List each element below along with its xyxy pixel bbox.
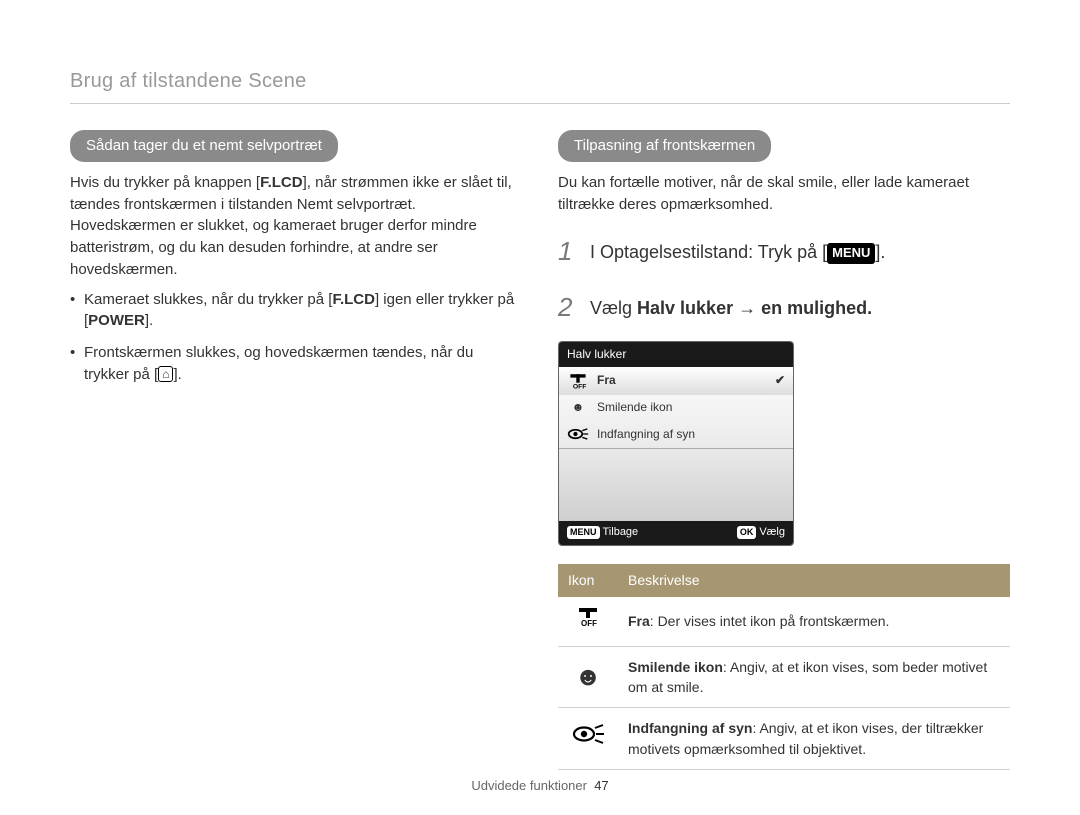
menu-chip-icon: MENU xyxy=(567,526,600,539)
text: I Optagelsestilstand: Tryk på [ xyxy=(590,242,827,262)
text: Frontskærmen slukkes, og hovedskærmen tæ… xyxy=(84,344,473,383)
left-column: Sådan tager du et nemt selvportræt Hvis … xyxy=(70,130,522,770)
arrow-icon: → en mulighed. xyxy=(733,298,872,318)
off-icon: OFF xyxy=(558,597,618,647)
power-label: POWER xyxy=(88,312,145,329)
table-row: ☻ Smilende ikon: Angiv, at et ikon vises… xyxy=(558,646,1010,708)
camera-menu-screenshot: Halv lukker OFF Fra ✔ ☻ Smilende ikon xyxy=(558,341,794,547)
camera-menu-option-eye: Indfangning af syn xyxy=(559,420,793,448)
footer-page-number: 47 xyxy=(594,778,608,793)
text: ]. xyxy=(145,312,153,329)
desc-eye: Indfangning af syn: Angiv, at et ikon vi… xyxy=(618,708,1010,770)
desc-smile: Smilende ikon: Angiv, at et ikon vises, … xyxy=(618,646,1010,708)
step-number: 1 xyxy=(558,233,578,271)
svg-text:OFF: OFF xyxy=(573,384,587,391)
menu-button-icon: MENU xyxy=(827,243,875,264)
step-number: 2 xyxy=(558,289,578,327)
table-row: Indfangning af syn: Angiv, at et ikon vi… xyxy=(558,708,1010,770)
back-label: Tilbage xyxy=(603,526,639,538)
desc-off: Fra: Der vises intet ikon på frontskærme… xyxy=(618,597,1010,647)
text: Vælg xyxy=(590,298,637,318)
camera-menu-footer: MENUTilbage OKVælg xyxy=(559,521,793,545)
section-heading-frontscreen: Tilpasning af frontskærmen xyxy=(558,130,771,162)
step-1: 1 I Optagelsestilstand: Tryk på [MENU]. xyxy=(558,233,1010,271)
text: ]. xyxy=(875,242,885,262)
off-icon: OFF xyxy=(567,371,589,391)
text: : Der vises intet ikon på frontskærmen. xyxy=(650,613,890,629)
section-heading-selfportrait: Sådan tager du et nemt selvportræt xyxy=(70,130,338,162)
text: → en mulighed. xyxy=(733,298,872,318)
table-row: OFF Fra: Der vises intet ikon på frontsk… xyxy=(558,597,1010,647)
text: Kameraet slukkes, når du trykker på [ xyxy=(84,291,332,308)
camera-menu-option-smile: ☻ Smilende ikon xyxy=(559,395,793,420)
camera-menu-option-off: OFF Fra ✔ xyxy=(559,367,793,395)
text: Indfangning af syn xyxy=(628,720,752,736)
bullet-camera-off: Kameraet slukkes, når du trykker på [F.L… xyxy=(70,289,522,333)
half-shutter-label: Halv lukker xyxy=(637,298,733,318)
selfportrait-paragraph: Hvis du trykker på knappen [F.LCD], når … xyxy=(70,172,522,281)
select-label: Vælg xyxy=(759,526,785,538)
option-label: Smilende ikon xyxy=(597,399,672,416)
right-column: Tilpasning af frontskærmen Du kan fortæl… xyxy=(558,130,1010,770)
col-header-icon: Ikon xyxy=(558,564,618,596)
smile-icon: ☻ xyxy=(558,646,618,708)
eye-icon xyxy=(567,424,589,444)
text: ]. xyxy=(173,366,181,383)
option-label: Fra xyxy=(597,372,616,389)
footer-section-label: Udvidede funktioner xyxy=(471,778,587,793)
ok-chip-icon: OK xyxy=(737,526,757,539)
check-icon: ✔ xyxy=(775,372,785,389)
page-footer: Udvidede funktioner 47 xyxy=(0,778,1080,793)
text: Fra xyxy=(628,613,650,629)
option-label: Indfangning af syn xyxy=(597,426,695,443)
col-header-description: Beskrivelse xyxy=(618,564,1010,596)
frontscreen-intro: Du kan fortælle motiver, når de skal smi… xyxy=(558,172,1010,216)
flcd-label: F.LCD xyxy=(332,291,375,308)
camera-menu-title: Halv lukker xyxy=(559,342,793,367)
breadcrumb: Brug af tilstandene Scene xyxy=(70,70,1010,93)
icon-description-table: Ikon Beskrivelse OFF Fra: Der vises inte… xyxy=(558,564,1010,769)
text: Hvis du trykker på knappen [ xyxy=(70,174,260,191)
smile-icon: ☻ xyxy=(567,399,589,416)
svg-text:OFF: OFF xyxy=(581,619,597,627)
hr xyxy=(70,103,1010,104)
step-2: 2 Vælg Halv lukker → en mulighed. xyxy=(558,289,1010,327)
bullet-frontscreen-off: Frontskærmen slukkes, og hovedskærmen tæ… xyxy=(70,342,522,386)
camera-menu-empty-area xyxy=(559,449,793,521)
text: Smilende ikon xyxy=(628,659,723,675)
flcd-label: F.LCD xyxy=(260,174,303,191)
home-icon: ⌂ xyxy=(158,366,173,382)
eye-icon xyxy=(558,708,618,770)
